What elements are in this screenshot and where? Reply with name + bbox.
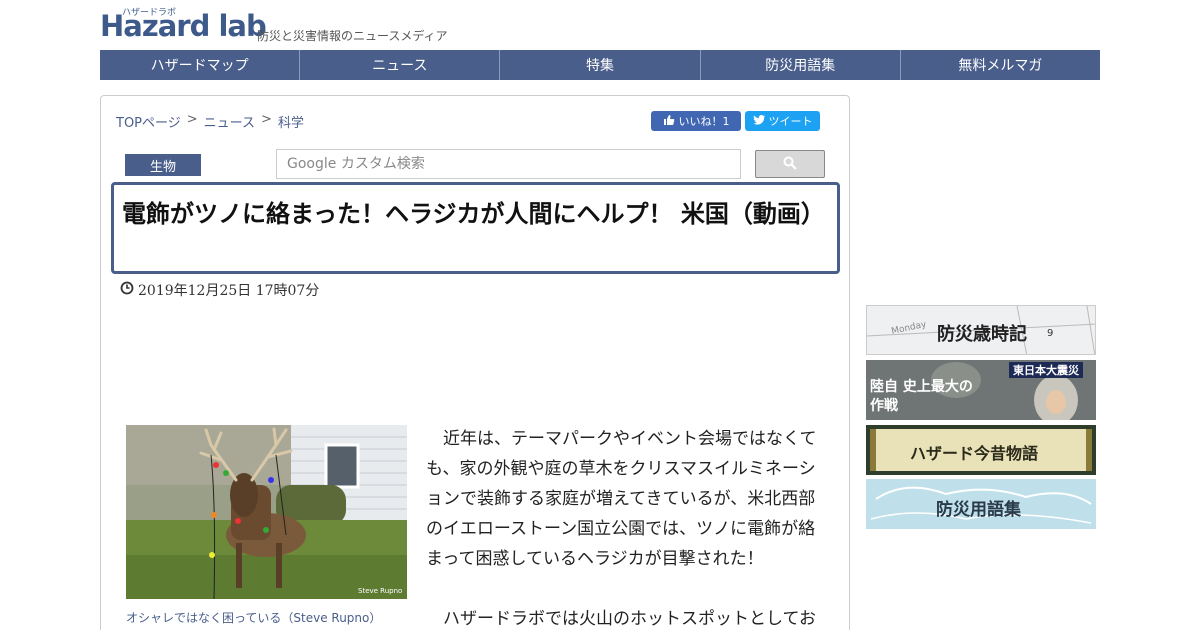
breadcrumb-top[interactable]: TOPページ — [116, 112, 181, 131]
search-icon — [783, 155, 797, 174]
category-badge[interactable]: 生物 — [125, 154, 201, 176]
banner-label: 防災用語集 — [936, 500, 1021, 520]
nav-item-features[interactable]: 特集 — [500, 50, 701, 80]
svg-text:9: 9 — [1047, 328, 1053, 339]
article-panel: TOPページ > ニュース > 科学 いいね！1 ツイート 生物 電飾がツノに絡… — [100, 95, 850, 630]
article-date-text: 2019年12月25日 17時07分 — [138, 283, 320, 299]
twitter-bird-icon — [752, 114, 765, 128]
banner-glossary[interactable]: 防災用語集 — [866, 479, 1096, 529]
tweet-button[interactable]: ツイート — [745, 111, 820, 131]
banner-sub: Monday — [891, 320, 928, 337]
nav-item-news[interactable]: ニュース — [300, 50, 501, 80]
site-logo[interactable]: Hazard lab ハザードラボ — [100, 8, 267, 41]
site-tagline: 防災と災害情報のニュースメディア — [257, 29, 448, 43]
banner-label: ハザード今昔物語 — [910, 444, 1039, 463]
breadcrumb: TOPページ > ニュース > 科学 — [116, 112, 304, 131]
article-date: 2019年12月25日 17時07分 — [120, 280, 319, 300]
breadcrumb-separator: > — [186, 112, 198, 127]
nav-item-glossary[interactable]: 防災用語集 — [701, 50, 901, 80]
banner-disaster-almanac[interactable]: Monday 9 防災歳時記 — [866, 305, 1096, 355]
main-nav: ハザードマップ ニュース 特集 防災用語集 無料メルマガ — [100, 50, 1100, 80]
facebook-like-button[interactable]: いいね！1 — [651, 111, 741, 131]
elk-photo-image: Steve Rupno — [126, 425, 407, 599]
banner-jsdf-operation[interactable]: 東日本大震災 陸自 史上最大の作戦 — [866, 360, 1096, 420]
thumbs-up-icon — [663, 114, 675, 129]
photo-credit: Steve Rupno — [358, 587, 402, 595]
article-paragraph: 近年は、テーマパークやイベント会場ではなくても、家の外観や庭の草木をクリスマスイ… — [426, 429, 817, 569]
clock-icon — [120, 281, 134, 299]
search-button[interactable] — [755, 150, 825, 178]
tweet-label: ツイート — [768, 115, 813, 128]
breadcrumb-news[interactable]: ニュース — [204, 112, 255, 131]
nav-item-hazard-map[interactable]: ハザードマップ — [100, 50, 301, 80]
photo-caption: オシャレではなく困っている（Steve Rupno） — [126, 611, 382, 625]
article-paragraph: ハザードラボでは火山のホットスポットとしてお — [443, 609, 816, 629]
nav-item-newsletter[interactable]: 無料メルマガ — [901, 50, 1100, 80]
banner-label: 陸自 史上最大の作戦 — [870, 379, 973, 414]
facebook-like-label: いいね！1 — [678, 115, 730, 128]
breadcrumb-science[interactable]: 科学 — [278, 112, 304, 131]
search-input[interactable] — [276, 149, 741, 179]
breadcrumb-separator: > — [261, 112, 272, 127]
logo-kana: ハザードラボ — [122, 8, 177, 18]
banner-tag: 東日本大震災 — [1009, 362, 1083, 378]
banner-label: 防災歳時記 — [937, 324, 1027, 345]
banner-hazard-tales[interactable]: ハザード今昔物語 — [866, 425, 1096, 475]
article-title: 電飾がツノに絡まった！ヘラジカが人間にヘルプ！ 米国（動画） — [122, 200, 825, 228]
article-photo[interactable]: Steve Rupno — [126, 425, 407, 599]
article-title-box: 電飾がツノに絡まった！ヘラジカが人間にヘルプ！ 米国（動画） — [111, 182, 840, 274]
